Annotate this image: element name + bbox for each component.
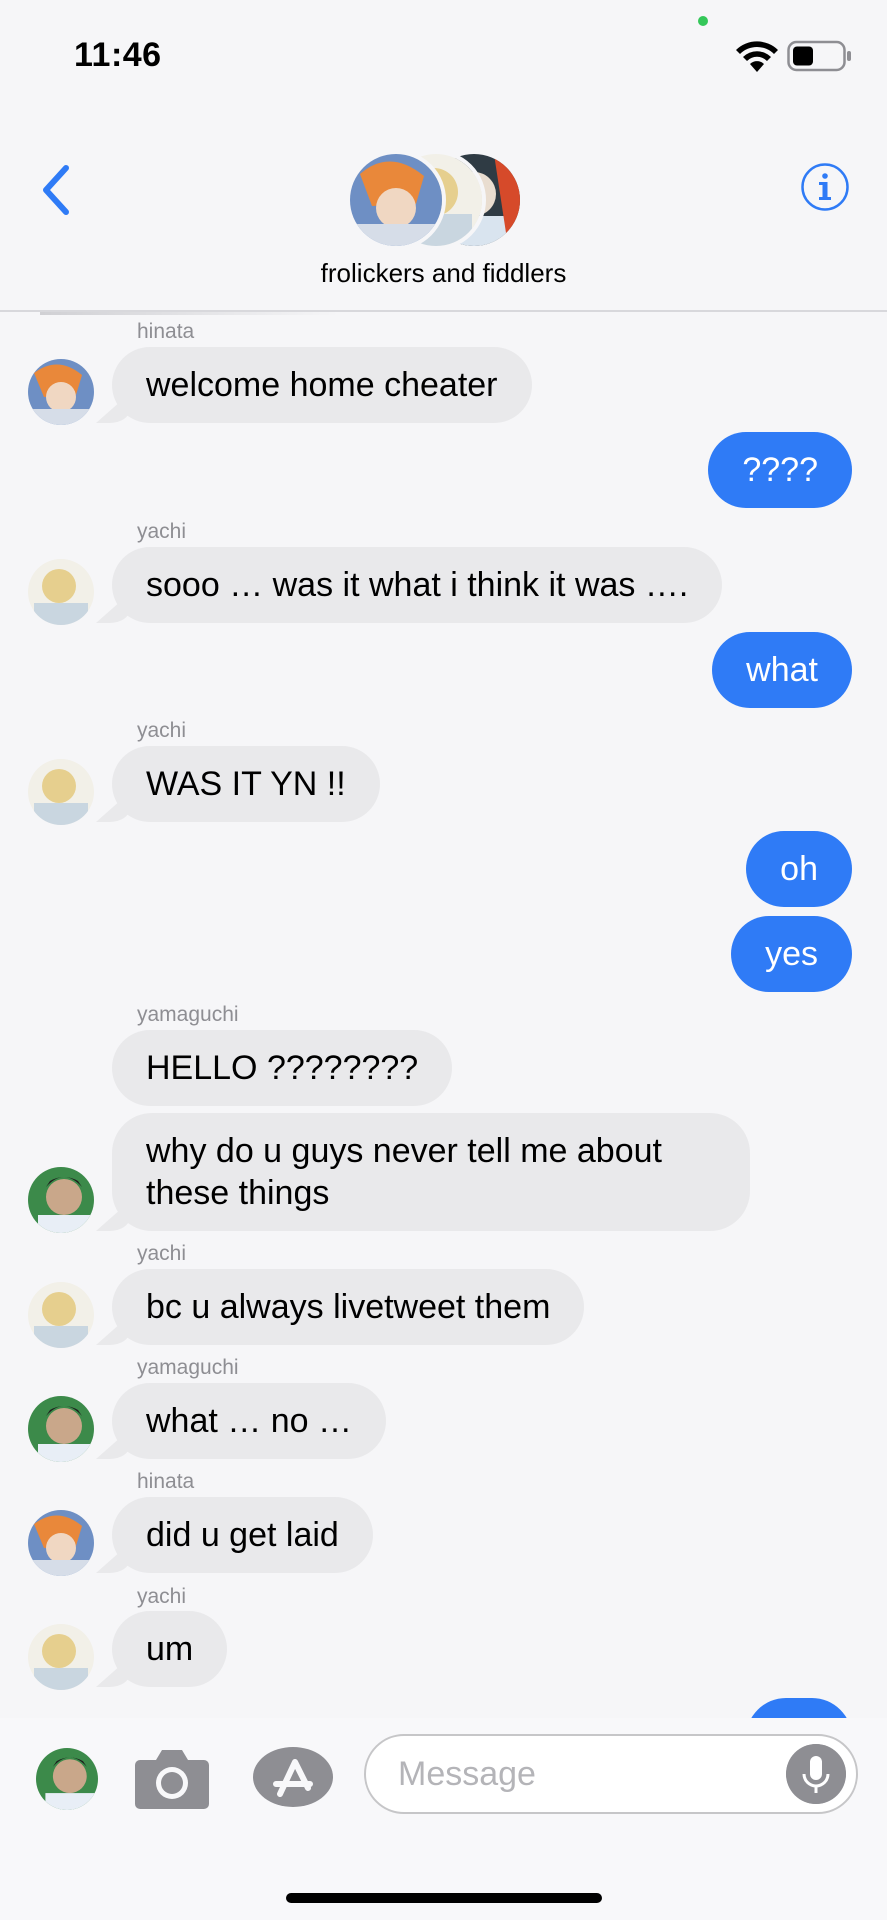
sender-name: yachi (137, 520, 187, 543)
avatar (346, 150, 446, 250)
avatar[interactable] (28, 1624, 94, 1690)
avatar[interactable] (28, 359, 94, 425)
info-icon[interactable] (800, 162, 850, 212)
message-bubble[interactable]: did u get laid (112, 1497, 373, 1573)
group-name[interactable]: frolickers and fiddlers (0, 258, 887, 289)
avatar[interactable] (28, 1510, 94, 1576)
message-bubble[interactable]: ???? (708, 432, 852, 508)
memoji-button[interactable] (36, 1748, 98, 1810)
back-chevron-icon[interactable] (38, 160, 78, 220)
privacy-indicator-dot (698, 16, 708, 26)
message-bubble[interactable]: sooo … was it what i think it was …. (112, 547, 723, 623)
avatar[interactable] (28, 559, 94, 625)
message-bubble[interactable]: yes (731, 916, 852, 992)
sender-name: hinata (137, 320, 195, 343)
message-bubble[interactable]: HELLO ???????? (112, 1030, 453, 1106)
message-bubble[interactable]: why do u guys never tell me about these … (112, 1113, 750, 1231)
sender-name: hinata (137, 1470, 195, 1493)
battery-icon (787, 40, 851, 72)
message-bubble[interactable]: what (712, 632, 852, 708)
home-indicator[interactable] (286, 1893, 602, 1903)
status-bar: 11:46 (0, 0, 887, 110)
wifi-icon (736, 41, 778, 72)
message-placeholder: Message (398, 1755, 536, 1793)
clock: 11:46 (74, 36, 162, 74)
microphone-icon[interactable] (786, 1744, 846, 1804)
scrolled-off-content (40, 312, 340, 315)
message-bubble[interactable]: welcome home cheater (112, 347, 532, 423)
group-avatar-stack[interactable] (346, 150, 526, 250)
message-thread[interactable]: hinata welcome home cheater ???? yachi s… (0, 312, 887, 1718)
sender-name: yamaguchi (137, 1003, 239, 1026)
message-bubble[interactable]: bc u always livetweet them (112, 1269, 585, 1345)
avatar[interactable] (28, 759, 94, 825)
avatar[interactable] (28, 1167, 94, 1233)
message-bubble[interactable]: what … no … (112, 1383, 386, 1459)
sender-name: yamaguchi (137, 1356, 239, 1379)
sender-name: yachi (137, 719, 187, 742)
message-bubble-partial[interactable] (746, 1698, 852, 1718)
conversation-header: frolickers and fiddlers (0, 110, 887, 312)
message-bubble[interactable]: oh (746, 831, 852, 907)
sender-name: yachi (137, 1242, 187, 1265)
avatar[interactable] (28, 1282, 94, 1348)
message-bubble[interactable]: WAS IT YN !! (112, 746, 380, 822)
message-input[interactable]: Message (364, 1734, 858, 1814)
sender-name: yachi (137, 1585, 187, 1608)
compose-bar: Message (0, 1718, 887, 1920)
camera-icon[interactable] (134, 1746, 210, 1810)
message-bubble[interactable]: um (112, 1611, 228, 1687)
avatar[interactable] (28, 1396, 94, 1462)
app-store-icon[interactable] (252, 1746, 334, 1808)
